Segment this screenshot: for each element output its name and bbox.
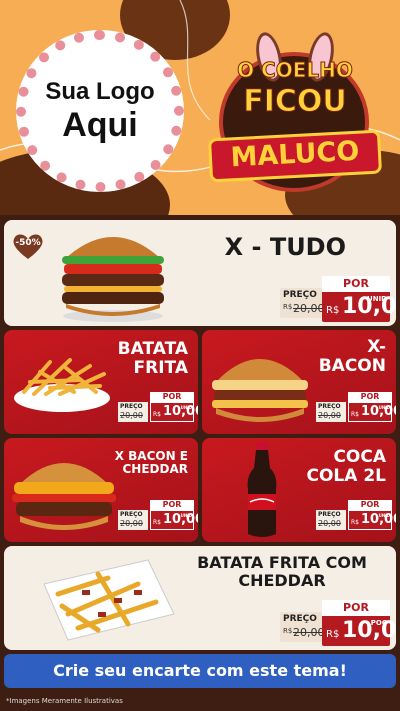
price-tag: POR PREÇO R$ 20,00 R$ 10,00 UNID bbox=[280, 276, 396, 322]
unit: UNID bbox=[367, 295, 387, 303]
por-label: POR bbox=[322, 600, 390, 616]
logo-text-line1: Sua Logo bbox=[45, 78, 155, 105]
theme-line2: FICOU bbox=[243, 84, 348, 120]
old-price: 20,00 bbox=[120, 411, 143, 420]
fries-cheddar-image bbox=[43, 559, 175, 641]
currency: R$ bbox=[326, 629, 340, 640]
product-card-coca-cola[interactable]: COCA COLA 2L POR PREÇO 20,00 R$ 10,00 UN… bbox=[202, 438, 396, 542]
old-price-box: PREÇO 20,00 bbox=[118, 402, 148, 422]
preco-label: PREÇO bbox=[318, 511, 341, 518]
unit: UNID bbox=[378, 513, 390, 518]
price-tag: POR PREÇO 20,00 R$ 10,00 UNID bbox=[316, 500, 396, 534]
price-tag: POR PREÇO R$ 20,00 R$ 10,00 POÇ bbox=[280, 600, 396, 646]
header: Sua Logo Aqui O COELHO FICOU MALUCO bbox=[0, 0, 400, 215]
por-label: POR bbox=[348, 500, 392, 510]
old-price: 20,00 bbox=[318, 411, 341, 420]
old-currency: R$ bbox=[283, 303, 293, 311]
new-price-box: R$ 10,00 UNID bbox=[348, 510, 396, 530]
logo-text-line2: Aqui bbox=[62, 106, 138, 144]
unit: UNID bbox=[180, 513, 192, 518]
preco-label: PREÇO bbox=[318, 403, 341, 410]
old-price-box: PREÇO 20,00 bbox=[118, 510, 148, 530]
unit: UNID bbox=[378, 405, 390, 410]
product-name: X- BACON bbox=[318, 337, 386, 376]
soda-bottle-image bbox=[247, 442, 277, 537]
heart-badge-icon bbox=[13, 234, 43, 259]
price-tag: POR PREÇO 20,00 R$ 10,00 UNID bbox=[118, 392, 198, 426]
unit: UNID bbox=[180, 405, 192, 410]
theme-ribbon: MALUCO bbox=[207, 129, 383, 183]
preco-label: PREÇO bbox=[120, 511, 143, 518]
old-price-box: PREÇO R$ 20,00 bbox=[280, 288, 325, 318]
currency: R$ bbox=[326, 305, 340, 316]
old-price-box: PREÇO 20,00 bbox=[316, 510, 346, 530]
old-price-box: PREÇO 20,00 bbox=[316, 402, 346, 422]
new-price-box: R$ 10,00 UNID bbox=[150, 510, 198, 530]
old-currency: R$ bbox=[283, 627, 293, 635]
old-price-box: PREÇO R$ 20,00 bbox=[280, 612, 325, 642]
preco-label: PREÇO bbox=[120, 403, 143, 410]
product-name: COCA COLA 2L bbox=[306, 447, 387, 486]
por-label: POR bbox=[150, 500, 194, 510]
new-price-box: R$ 10,00 UNID bbox=[322, 292, 396, 322]
theme-line3: MALUCO bbox=[229, 135, 360, 174]
price-tag: POR PREÇO 20,00 R$ 10,00 UNID bbox=[118, 500, 198, 534]
por-label: POR bbox=[348, 392, 392, 402]
new-price-box: R$ 10,00 UNID bbox=[150, 402, 198, 422]
por-label: POR bbox=[150, 392, 194, 402]
preco-label: PREÇO bbox=[283, 290, 317, 300]
preco-label: PREÇO bbox=[283, 614, 317, 624]
cta-banner[interactable]: Crie seu encarte com este tema! bbox=[4, 654, 396, 688]
old-price: 20,00 bbox=[120, 519, 143, 528]
footer-note: *Imagens Meramente Ilustrativas bbox=[6, 697, 123, 705]
new-price-box: R$ 10,00 UNID bbox=[348, 402, 396, 422]
product-name: X BACON E CHEDDAR bbox=[114, 449, 188, 477]
product-card-batata-cheddar[interactable]: BATATA FRITA COM CHEDDAR POR PREÇO R$ 20… bbox=[4, 546, 396, 650]
currency: R$ bbox=[351, 519, 359, 526]
product-name: BATATA FRITA bbox=[117, 339, 188, 378]
unit: POÇ bbox=[370, 619, 387, 627]
logo-placeholder: Sua Logo Aqui bbox=[16, 30, 184, 192]
por-label: POR bbox=[322, 276, 390, 292]
old-price: 20,00 bbox=[293, 302, 325, 315]
old-price: 20,00 bbox=[318, 519, 341, 528]
new-price-box: R$ 10,00 POÇ bbox=[322, 616, 396, 646]
old-price: 20,00 bbox=[293, 626, 325, 639]
price-tag: POR PREÇO 20,00 R$ 10,00 UNID bbox=[316, 392, 396, 426]
theme-logo: O COELHO FICOU MALUCO bbox=[205, 30, 385, 198]
product-name: BATATA FRITA COM CHEDDAR bbox=[197, 553, 367, 590]
theme-line1: O COELHO bbox=[237, 58, 354, 83]
currency: R$ bbox=[351, 411, 359, 418]
product-card-x-tudo[interactable]: -50% X - TUDO POR PREÇO R$ 20,00 R$ 10,0… bbox=[4, 220, 396, 326]
product-name: X - TUDO bbox=[224, 233, 346, 261]
product-card-x-bacon-cheddar[interactable]: X BACON E CHEDDAR POR PREÇO 20,00 R$ 10,… bbox=[4, 438, 198, 542]
currency: R$ bbox=[153, 519, 161, 526]
currency: R$ bbox=[153, 411, 161, 418]
product-card-batata-frita[interactable]: BATATA FRITA POR PREÇO 20,00 R$ 10,00 UN… bbox=[4, 330, 198, 434]
burger-image bbox=[212, 359, 308, 422]
product-card-x-bacon[interactable]: X- BACON POR PREÇO 20,00 R$ 10,00 UNID bbox=[202, 330, 396, 434]
price: 10,00 bbox=[342, 618, 396, 643]
